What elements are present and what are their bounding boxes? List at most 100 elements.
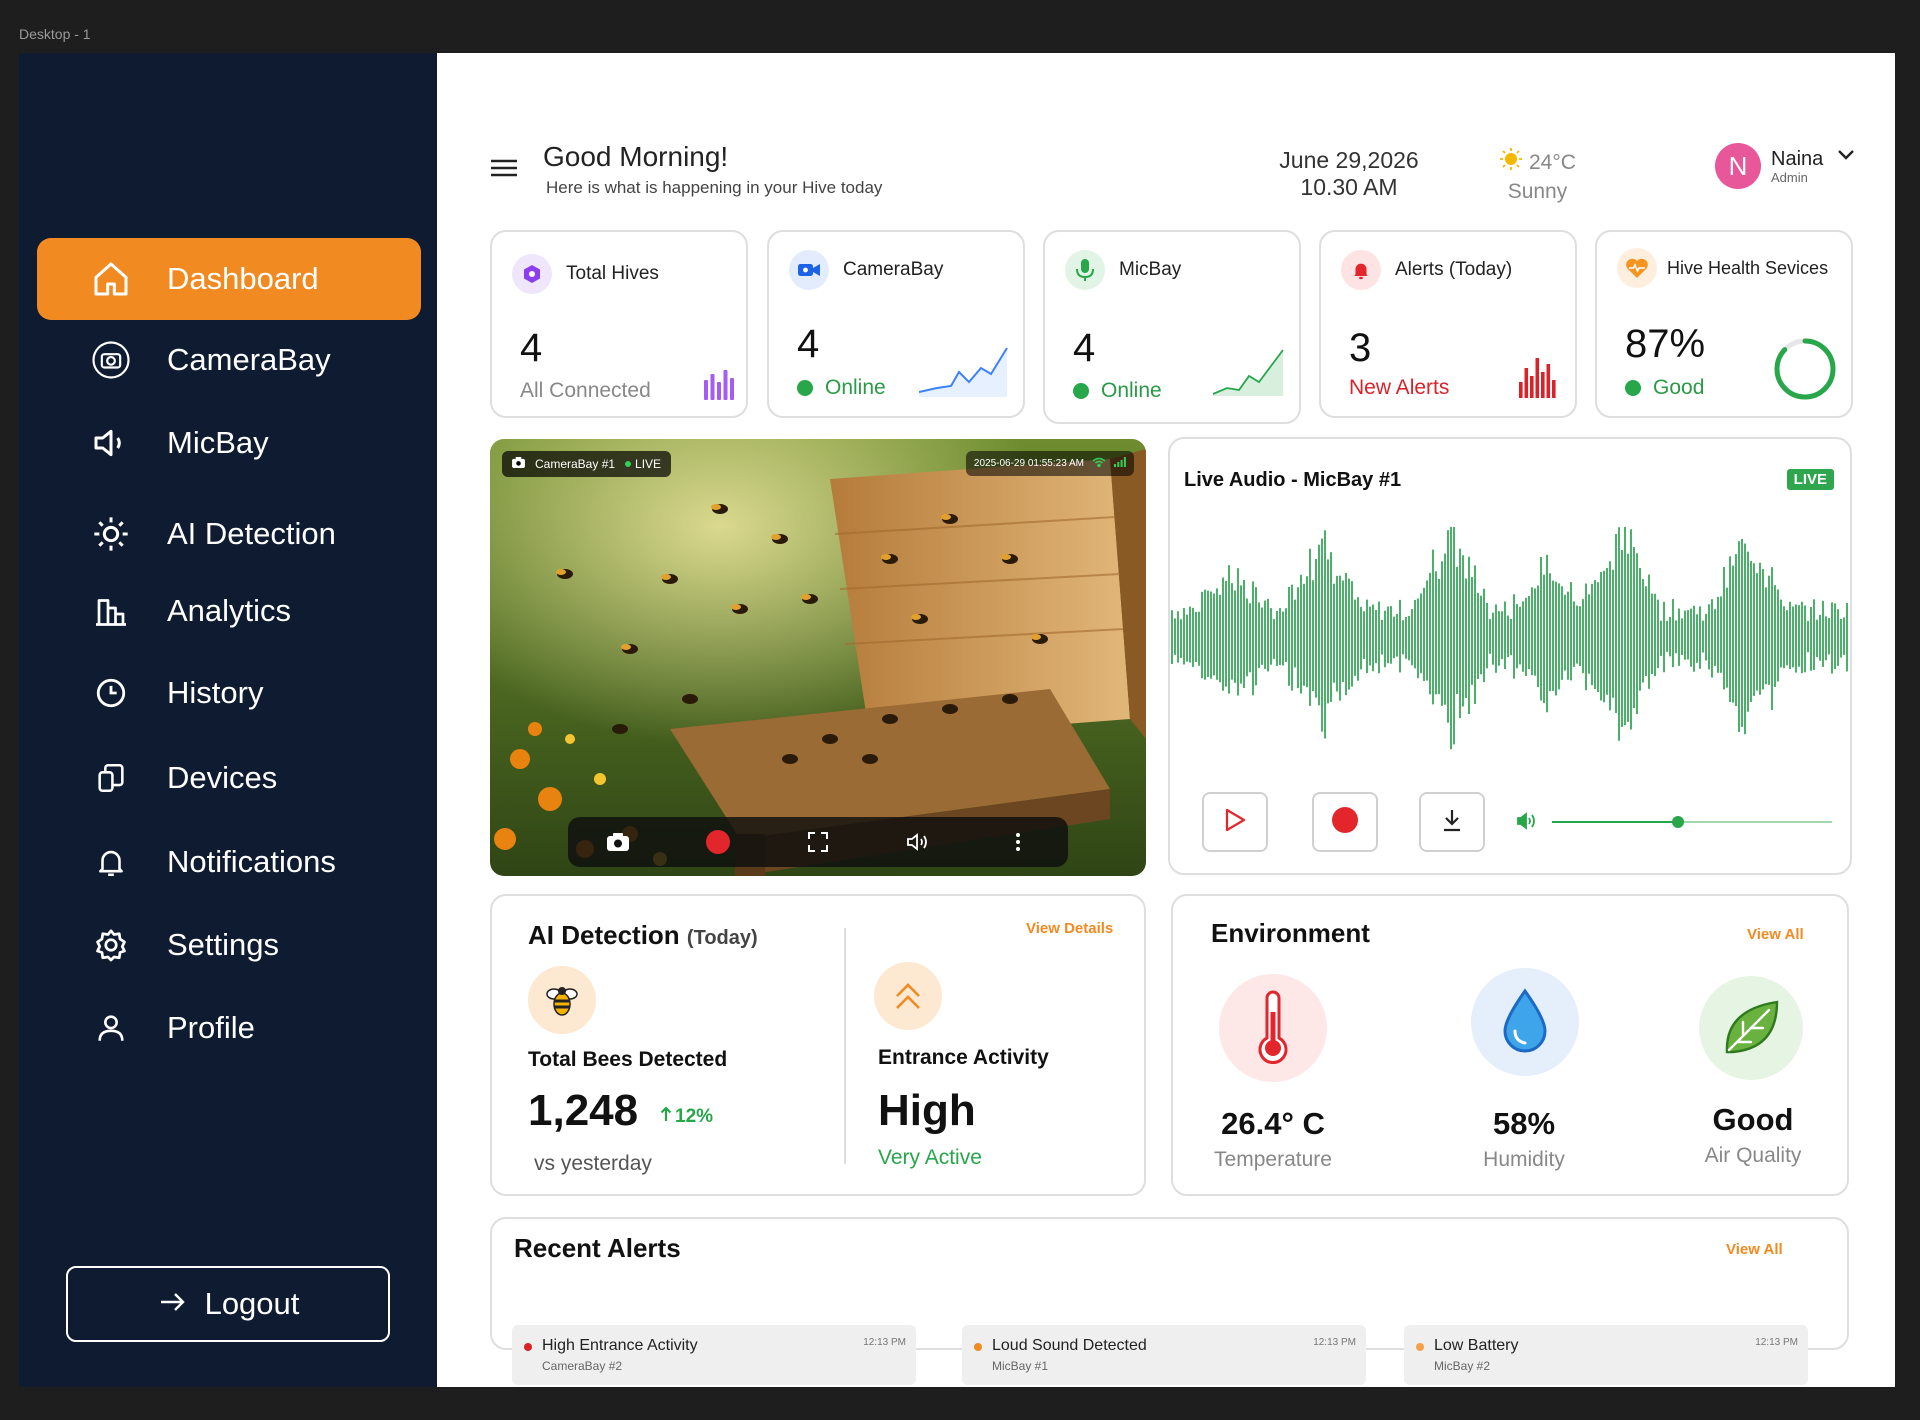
- alert-item[interactable]: High Entrance Activity CameraBay #2 12:1…: [512, 1325, 916, 1385]
- weather-widget: 24°C Sunny: [1499, 147, 1576, 205]
- weather-condition: Sunny: [1507, 180, 1568, 203]
- hive-health-card[interactable]: Hive Health Sevices 87% Good: [1595, 230, 1853, 418]
- air-quality-value: Good: [1712, 1102, 1794, 1137]
- sidebar-item-history[interactable]: History: [37, 652, 421, 734]
- alert-item[interactable]: Loud Sound Detected MicBay #1 12:13 PM: [962, 1325, 1366, 1385]
- fullscreen-icon[interactable]: [801, 825, 835, 859]
- sidebar-item-devices[interactable]: Devices: [37, 737, 421, 819]
- stat-value: 4: [520, 326, 543, 370]
- alerts-card[interactable]: Alerts (Today) 3 New Alerts: [1319, 230, 1577, 418]
- wifi-icon: [1092, 457, 1106, 470]
- sidebar-item-label: Profile: [167, 1010, 255, 1045]
- sidebar-item-analytics[interactable]: Analytics: [37, 570, 421, 652]
- user-icon: [85, 1002, 137, 1054]
- user-name: Naina: [1771, 147, 1824, 170]
- sidebar-item-ai-detection[interactable]: AI Detection: [37, 493, 421, 575]
- frame-label: Desktop - 1: [19, 26, 91, 42]
- sidebar-item-camerabay[interactable]: CameraBay: [37, 319, 421, 401]
- volume-slider-thumb[interactable]: [1672, 816, 1684, 828]
- gear-icon: [85, 919, 137, 971]
- status-online: Online: [797, 376, 886, 400]
- volume-icon[interactable]: [901, 825, 935, 859]
- volume-icon: [1516, 812, 1538, 835]
- record-icon[interactable]: [701, 825, 735, 859]
- greeting-subtitle: Here is what is happening in your Hive t…: [546, 178, 883, 197]
- alert-source: CameraBay #2: [542, 1359, 623, 1373]
- sidebar-item-label: AI Detection: [167, 516, 336, 551]
- camerabay-card[interactable]: CameraBay 4 Online: [767, 230, 1025, 418]
- hamburger-menu-icon[interactable]: [489, 153, 521, 185]
- status-online: Online: [1073, 379, 1162, 403]
- sidebar-item-label: Notifications: [167, 844, 336, 879]
- arrow-up-icon: [660, 1106, 672, 1128]
- sidebar-item-profile[interactable]: Profile: [37, 987, 421, 1069]
- current-time: 10.30 AM: [1300, 174, 1398, 200]
- current-date: June 29,2026: [1279, 147, 1419, 173]
- alert-time: 12:13 PM: [1755, 1337, 1798, 1348]
- alert-item[interactable]: Low Battery MicBay #2 12:13 PM: [1404, 1325, 1808, 1385]
- record-button[interactable]: [1312, 792, 1378, 852]
- temperature-label: Temperature: [1214, 1148, 1332, 1171]
- beehive-image: [490, 439, 1146, 876]
- view-all-link[interactable]: View All: [1726, 1241, 1783, 1258]
- more-options-icon[interactable]: [1001, 825, 1035, 859]
- sidebar-item-dashboard[interactable]: Dashboard: [37, 238, 421, 320]
- compare-label: vs yesterday: [534, 1152, 652, 1175]
- stat-title: CameraBay: [843, 259, 944, 280]
- view-all-link[interactable]: View All: [1747, 926, 1804, 943]
- alert-dot: [1416, 1343, 1424, 1351]
- sidebar-item-notifications[interactable]: Notifications: [37, 821, 421, 903]
- audio-title: Live Audio - MicBay #1: [1184, 469, 1402, 491]
- humidity-label: Humidity: [1483, 1148, 1565, 1171]
- alert-title: Low Battery: [1434, 1337, 1519, 1354]
- sidebar-item-label: Devices: [167, 760, 278, 795]
- sun-icon: [85, 508, 137, 560]
- alert-dot: [974, 1343, 982, 1351]
- analytics-icon: [85, 585, 137, 637]
- stat-subtext: All Connected: [520, 379, 651, 402]
- greeting-title: Good Morning!: [543, 141, 729, 172]
- sun-icon: [1499, 147, 1523, 178]
- bell-icon: [85, 836, 137, 888]
- bees-change-value: 12%: [675, 1106, 714, 1127]
- stat-title: MicBay: [1119, 259, 1182, 280]
- volume-slider[interactable]: [1552, 816, 1832, 828]
- bar-chart-icon: [1519, 354, 1557, 403]
- speaker-icon: [85, 417, 137, 469]
- thermometer-icon: [1219, 974, 1327, 1082]
- signal-icon: [1114, 457, 1126, 470]
- sidebar-item-settings[interactable]: Settings: [37, 904, 421, 986]
- stat-title: Total Hives: [566, 263, 659, 284]
- status-dot: [1625, 380, 1641, 396]
- stat-value: 4: [1073, 326, 1096, 370]
- temperature-value: 26.4° C: [1221, 1106, 1325, 1141]
- activity-sub: Very Active: [878, 1146, 982, 1169]
- health-progress-ring: [1774, 338, 1836, 400]
- user-menu[interactable]: N Naina Admin: [1715, 143, 1855, 189]
- devices-icon: [85, 752, 137, 804]
- bees-change: 12%: [660, 1106, 713, 1128]
- recent-alerts-title: Recent Alerts: [514, 1233, 681, 1263]
- sidebar-item-micbay[interactable]: MicBay: [37, 402, 421, 484]
- alert-title: Loud Sound Detected: [992, 1337, 1147, 1354]
- micbay-card[interactable]: MicBay 4 Online: [1043, 230, 1301, 424]
- home-icon: [85, 253, 137, 305]
- waveform-bars: [1171, 527, 1848, 750]
- camera-label-badge: CameraBay #1 LIVE: [502, 451, 672, 477]
- alert-time: 12:13 PM: [1313, 1337, 1356, 1348]
- alert-source: MicBay #2: [1434, 1359, 1491, 1373]
- status-dot: [1073, 383, 1089, 399]
- play-button[interactable]: [1202, 792, 1268, 852]
- total-hives-card[interactable]: Total Hives 4 All Connected: [490, 230, 748, 418]
- logout-button[interactable]: Logout: [66, 1266, 390, 1342]
- heart-pulse-icon: [1617, 248, 1657, 288]
- alert-source: MicBay #1: [992, 1359, 1049, 1373]
- sidebar: Dashboard CameraBay MicBay AI Detection …: [19, 53, 437, 1387]
- view-details-link[interactable]: View Details: [1026, 920, 1113, 937]
- snapshot-icon[interactable]: [601, 825, 635, 859]
- camera-feed[interactable]: CameraBay #1 LIVE 2025-06-29 01:55:23 AM: [490, 439, 1146, 876]
- date-time: June 29,2026 10.30 AM: [1269, 147, 1429, 201]
- download-button[interactable]: [1419, 792, 1485, 852]
- camera-timestamp: 2025-06-29 01:55:23 AM: [965, 451, 1134, 476]
- ai-detection-heading: AI Detection (Today): [528, 920, 758, 951]
